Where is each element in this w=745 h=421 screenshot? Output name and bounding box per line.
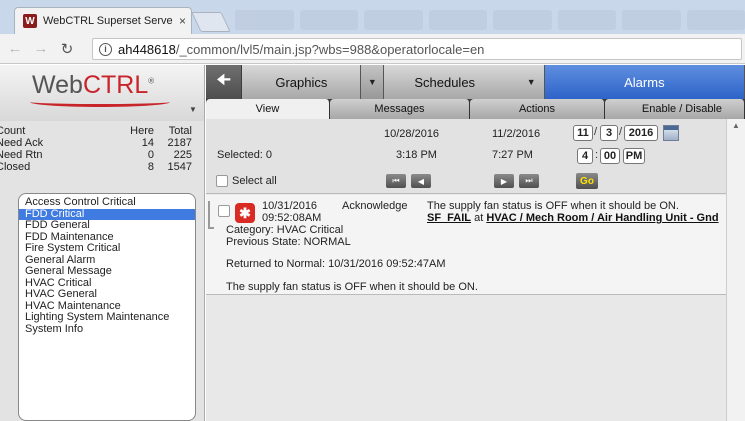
- main-navbar: 🠈 Graphics ▼ Schedules ▼ Alarms: [206, 65, 745, 99]
- scrollbar[interactable]: ▲: [726, 119, 745, 421]
- start-date: 10/28/2016: [384, 128, 440, 140]
- alarm-checkbox[interactable]: [218, 205, 230, 217]
- back-arrow-icon[interactable]: ←: [4, 38, 26, 60]
- browser-tabstrip: W WebCTRL Superset Serve ×: [0, 0, 745, 34]
- new-tab-button[interactable]: [191, 12, 231, 32]
- counts-row-closed[interactable]: Closed81547: [0, 161, 200, 173]
- counts-header: Count Here Total: [0, 125, 192, 137]
- counts-row-need-rtn[interactable]: Need Rtn 0 225: [0, 149, 200, 161]
- alarm-code-link[interactable]: SF_FAIL: [427, 212, 471, 224]
- browser-tab[interactable]: W WebCTRL Superset Serve ×: [14, 7, 192, 34]
- nav-back-arrow-icon[interactable]: 🠈: [206, 65, 243, 99]
- nav-schedules-label: Schedules: [414, 74, 476, 90]
- go-button[interactable]: Go: [576, 173, 598, 189]
- graphics-dropdown-icon[interactable]: ▼: [361, 65, 385, 99]
- alarm-controls: Selected: 0 Select all 10/28/2016 3:18 P…: [206, 119, 726, 194]
- forward-arrow-icon[interactable]: →: [30, 38, 52, 60]
- alarm-time: 09:52:08AM: [262, 212, 322, 224]
- alarm-entry[interactable]: ✱ 10/31/2016 09:52:08AM Acknowledge The …: [206, 195, 726, 295]
- alarm-previous-state: Previous State: NORMAL: [226, 236, 351, 248]
- left-panel: Count Here Total Need Ack142187 Need Rtn…: [0, 121, 205, 421]
- sub-tabs: View Messages Actions Enable / Disable: [206, 99, 745, 119]
- minute-input[interactable]: 00: [600, 148, 620, 164]
- ampm-input[interactable]: PM: [623, 148, 645, 164]
- alarm-counts: Count Here Total Need Ack142187 Need Rtn…: [0, 125, 200, 173]
- alarm-view-panel: Selected: 0 Select all 10/28/2016 3:18 P…: [206, 119, 726, 421]
- prev-page-icon[interactable]: ◀: [411, 174, 431, 188]
- alarm-date: 10/31/2016: [262, 200, 318, 212]
- last-page-icon[interactable]: ⏭: [519, 174, 539, 188]
- tab-messages[interactable]: Messages: [330, 99, 470, 119]
- category-item[interactable]: Fire System Critical: [19, 242, 195, 255]
- alarm-location-link[interactable]: HVAC / Mech Room / Air Handling Unit - G…: [486, 212, 718, 224]
- nav-schedules[interactable]: Schedules ▼: [384, 65, 545, 99]
- category-item[interactable]: HVAC General: [19, 288, 195, 301]
- url-text: ah448618/_common/lvl5/main.jsp?wbs=988&o…: [118, 41, 485, 57]
- webctrl-favicon-icon: W: [23, 14, 37, 28]
- tab-enable-disable[interactable]: Enable / Disable: [605, 99, 745, 119]
- alarm-returned: Returned to Normal: 10/31/2016 09:52:47A…: [226, 258, 446, 270]
- bookmarks-blurred: [235, 10, 745, 30]
- selected-count: Selected: 0: [217, 149, 273, 161]
- calendar-icon[interactable]: [663, 125, 679, 141]
- logo-bar: WebCTRL® ▼: [0, 65, 205, 121]
- alarm-category: Category: HVAC Critical: [226, 224, 344, 236]
- reload-icon[interactable]: ↻: [56, 38, 78, 60]
- hour-input[interactable]: 4: [577, 148, 593, 164]
- alarm-critical-icon: ✱: [235, 203, 255, 223]
- category-item[interactable]: Access Control Critical: [19, 196, 195, 209]
- category-item[interactable]: Lighting System Maintenance: [19, 311, 195, 324]
- alarm-detail: The supply fan status is OFF when it sho…: [226, 281, 478, 293]
- alarm-bracket: [208, 201, 214, 229]
- schedules-dropdown-icon[interactable]: ▼: [527, 77, 536, 87]
- counts-row-need-ack[interactable]: Need Ack 14 2187: [0, 137, 200, 149]
- webctrl-app: WebCTRL® ▼ 🠈 Graphics ▼ Schedules ▼ Alar…: [0, 65, 745, 421]
- address-bar[interactable]: i ah448618/_common/lvl5/main.jsp?wbs=988…: [92, 38, 742, 60]
- category-list: Access Control Critical FDD Critical FDD…: [18, 193, 196, 421]
- nav-graphics[interactable]: Graphics: [242, 65, 362, 99]
- month-input[interactable]: 11: [573, 125, 593, 141]
- acknowledge-link[interactable]: Acknowledge: [342, 200, 407, 212]
- day-input[interactable]: 3: [600, 125, 618, 141]
- tab-actions[interactable]: Actions: [470, 99, 605, 119]
- start-time: 3:18 PM: [396, 149, 437, 161]
- info-icon[interactable]: i: [99, 42, 112, 56]
- category-item[interactable]: System Info: [19, 323, 195, 336]
- next-page-icon[interactable]: ▶: [494, 174, 514, 188]
- browser-toolbar: ← → ↻ i ah448618/_common/lvl5/main.jsp?w…: [0, 34, 745, 64]
- select-all-label[interactable]: Select all: [232, 175, 277, 187]
- end-time: 7:27 PM: [492, 149, 533, 161]
- select-all-checkbox[interactable]: [216, 175, 228, 187]
- category-item[interactable]: General Message: [19, 265, 195, 278]
- close-tab-icon[interactable]: ×: [179, 14, 186, 28]
- year-input[interactable]: 2016: [624, 125, 658, 141]
- alarm-message: The supply fan status is OFF when it sho…: [427, 200, 679, 212]
- alarm-source: SF_FAIL at HVAC / Mech Room / Air Handli…: [427, 212, 719, 224]
- scroll-up-icon[interactable]: ▲: [732, 121, 740, 130]
- end-date: 11/2/2016: [492, 128, 541, 140]
- category-item[interactable]: FDD General: [19, 219, 195, 232]
- browser-tab-title: WebCTRL Superset Serve: [43, 15, 173, 27]
- tab-view[interactable]: View: [206, 99, 330, 119]
- nav-alarms[interactable]: Alarms: [544, 65, 745, 99]
- first-page-icon[interactable]: ⏮: [386, 174, 406, 188]
- logo-dropdown-icon[interactable]: ▼: [189, 105, 197, 114]
- logo-swoosh: [30, 97, 170, 107]
